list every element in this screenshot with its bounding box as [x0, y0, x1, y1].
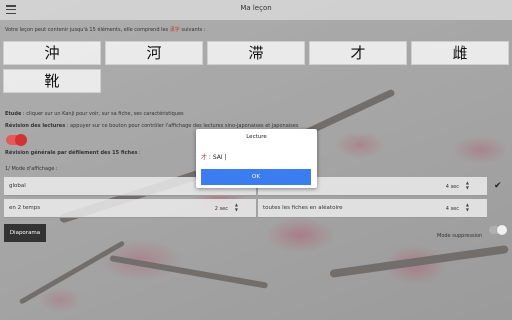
kanji-card[interactable]: 河 [105, 41, 203, 65]
spinner-arrow-icon[interactable]: ▲ ▼ [466, 202, 469, 212]
intro-text: Votre leçon peut contenir jusqu'à 15 élé… [5, 27, 206, 33]
row-en-2-temps[interactable]: en 2 temps 2 sec ▲ ▼ [4, 199, 256, 218]
kanji-card[interactable]: 才 [309, 41, 407, 65]
kanji-card[interactable]: 沖 [3, 41, 101, 65]
reading-input[interactable]: 才 : SAI | [201, 152, 227, 161]
diaporama-button[interactable]: Diaporama [4, 224, 46, 242]
spinner-arrow-icon[interactable]: ▲ ▼ [235, 202, 238, 212]
ok-button[interactable]: OK [201, 169, 311, 185]
etude-help: Etude : cliquer sur un Kanji pour voir, … [5, 111, 184, 117]
page-title: Ma leçon [240, 4, 272, 12]
kanji-card[interactable]: 滞 [207, 41, 305, 65]
revision-generale-label: Révision générale par défilement des 15 … [5, 150, 141, 156]
kanji-card[interactable]: 靴 [3, 69, 101, 93]
mode-suppression-label: Mode suppression [437, 233, 483, 239]
readings-toggle[interactable] [6, 134, 27, 146]
mode-suppression-switch[interactable] [489, 225, 507, 235]
lecture-dialog: Lecture 才 : SAI | OK [196, 129, 317, 188]
checkmark-icon: ✔ [494, 181, 502, 191]
spinner-arrow-icon[interactable]: ▲ ▼ [466, 180, 469, 190]
kanji-card[interactable]: 雌 [411, 41, 509, 65]
app-bar: Ma leçon [0, 0, 512, 20]
row-aleatoire[interactable]: toutes les fiches en aléatoire 4 sec ▲ ▼ [258, 199, 487, 218]
mode-affichage-label: 1/ Mode d'affichage : [5, 166, 58, 172]
dialog-title: Lecture [246, 134, 267, 140]
